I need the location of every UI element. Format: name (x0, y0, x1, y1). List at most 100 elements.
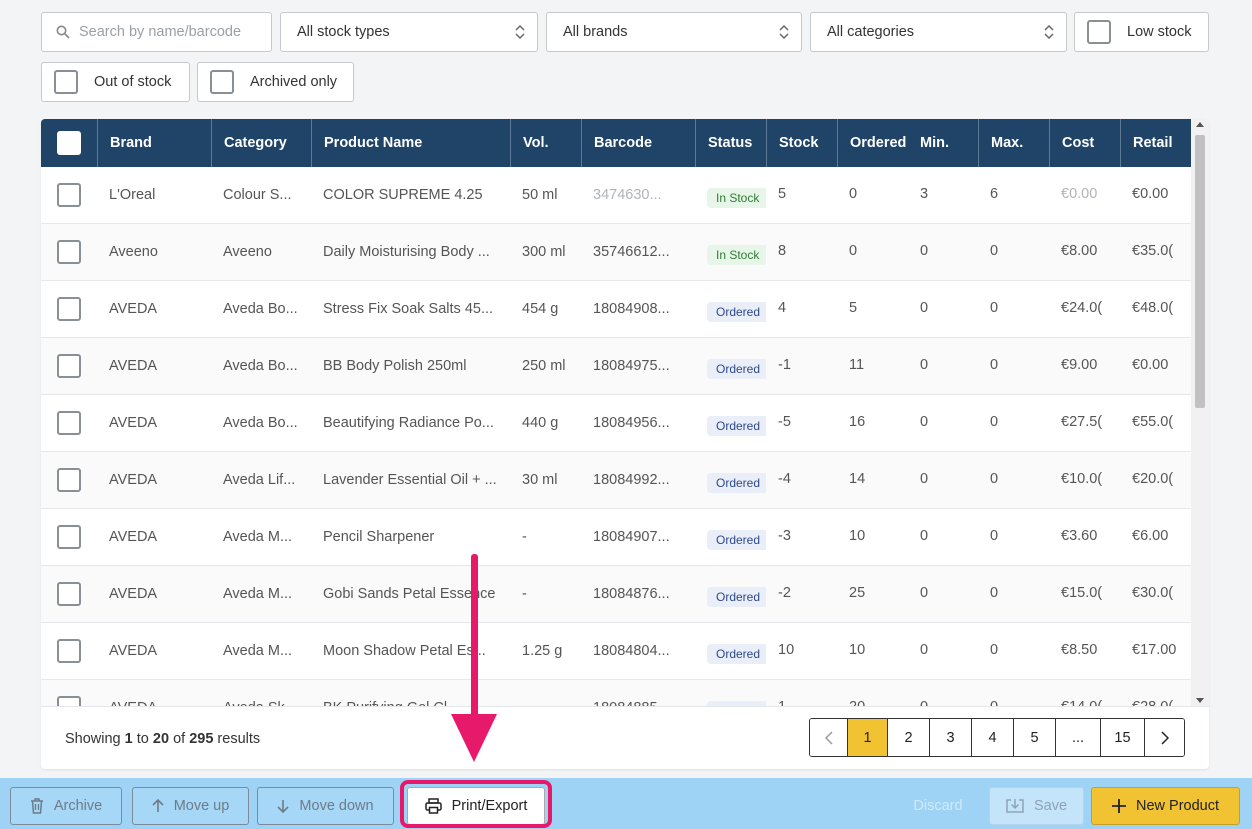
category-select[interactable]: All categories (810, 12, 1067, 52)
row-checkbox[interactable] (57, 639, 81, 663)
action-bar: Archive Move up Move down Print/Export D… (0, 778, 1252, 829)
row-checkbox[interactable] (57, 525, 81, 549)
cell-stock: 4 (778, 281, 837, 337)
column-header-vol[interactable]: Vol. (510, 119, 581, 167)
cell-ordered-text: 25 (849, 585, 866, 601)
cell-retail-text: €28.0( (1132, 699, 1173, 706)
select-all-checkbox[interactable] (57, 131, 81, 155)
cell-vol-text: 300 ml (522, 244, 566, 260)
column-header-stock[interactable]: Stock (766, 119, 837, 167)
cell-min-text: 0 (920, 471, 929, 487)
cell-cost: €8.50 (1061, 623, 1120, 679)
cell-barcode: 18084992... (593, 452, 695, 508)
column-header-max[interactable]: Max. (978, 119, 1049, 167)
page-ellipsis: ... (1055, 719, 1100, 756)
cell-product-name-text: Pencil Sharpener (323, 529, 435, 545)
row-select-cell (41, 680, 97, 706)
table-body: L'Oreal Colour S... COLOR SUPREME 4.25 50 m… (41, 167, 1191, 706)
row-checkbox[interactable] (57, 354, 81, 378)
cell-status: Ordered (707, 281, 766, 337)
cell-vol: 50 ml (522, 167, 581, 223)
page-button[interactable]: 3 (929, 719, 971, 756)
column-header-status[interactable]: Status (695, 119, 766, 167)
row-checkbox[interactable] (57, 696, 81, 706)
archive-button[interactable]: Archive (10, 787, 122, 825)
cell-vol: 300 ml (522, 224, 581, 280)
column-header-ordered[interactable]: Ordered (837, 119, 908, 167)
stock-type-select[interactable]: All stock types (280, 12, 538, 52)
cell-brand: Aveeno (109, 224, 211, 280)
row-select-cell (41, 167, 97, 223)
search-input[interactable]: Search by name/barcode (41, 12, 272, 52)
row-select-cell (41, 566, 97, 622)
page-button[interactable]: 1 (847, 719, 887, 756)
cell-max: 0 (990, 566, 1049, 622)
scroll-down-icon[interactable] (1196, 698, 1204, 703)
column-header-retail[interactable]: Retail (1120, 119, 1191, 167)
row-checkbox[interactable] (57, 183, 81, 207)
cell-barcode-text: 18084804... (593, 643, 670, 659)
column-header-category[interactable]: Category (211, 119, 311, 167)
column-header-barcode[interactable]: Barcode (581, 119, 695, 167)
pagination: 1 2 3 4 5 ... 15 (809, 718, 1185, 757)
products-table: Brand Category Product Name Vol. Barcode… (41, 119, 1209, 769)
checkbox-box[interactable] (54, 70, 78, 94)
low-stock-checkbox[interactable]: Low stock (1074, 12, 1209, 52)
table-row[interactable]: AVEDA Aveda Bo... Stress Fix Soak Salts 45… (41, 281, 1191, 338)
cell-retail-text: €0.00 (1132, 357, 1169, 373)
row-checkbox[interactable] (57, 411, 81, 435)
table-row[interactable]: AVEDA Aveda M... Gobi Sands Petal Essence -… (41, 566, 1191, 623)
cell-retail: €0.00 (1132, 338, 1191, 394)
column-header-cost[interactable]: Cost (1049, 119, 1120, 167)
page-button[interactable]: 2 (887, 719, 929, 756)
next-page-button[interactable] (1144, 719, 1184, 756)
move-up-label: Move up (173, 798, 230, 814)
column-header-product-name[interactable]: Product Name (311, 119, 510, 167)
cell-status: Ordered (707, 680, 766, 706)
table-row[interactable]: L'Oreal Colour S... COLOR SUPREME 4.25 50 m… (41, 167, 1191, 224)
move-down-button[interactable]: Move down (257, 787, 394, 825)
row-checkbox[interactable] (57, 297, 81, 321)
table-row[interactable]: Aveeno Aveeno Daily Moisturising Body ... 3… (41, 224, 1191, 281)
table-row[interactable]: AVEDA Aveda Lif... Lavender Essential Oil … (41, 452, 1191, 509)
cell-brand: AVEDA (109, 566, 211, 622)
save-button[interactable]: Save (989, 787, 1084, 825)
page-button[interactable]: 4 (971, 719, 1013, 756)
out-of-stock-checkbox[interactable]: Out of stock (41, 62, 190, 102)
table-row[interactable]: AVEDA Aveda M... Pencil Sharpener - 18084907… (41, 509, 1191, 566)
cell-max: 0 (990, 680, 1049, 706)
checkbox-box[interactable] (210, 70, 234, 94)
page-button[interactable]: 15 (1100, 719, 1144, 756)
search-placeholder: Search by name/barcode (79, 24, 242, 40)
table-row[interactable]: AVEDA Aveda Bo... Beautifying Radiance Po.… (41, 395, 1191, 452)
column-header-min[interactable]: Min. (908, 119, 978, 167)
scroll-up-icon[interactable] (1196, 122, 1204, 127)
status-badge: Ordered (707, 416, 766, 436)
row-checkbox[interactable] (57, 240, 81, 264)
cell-stock-text: 1 (778, 699, 786, 706)
brand-select[interactable]: All brands (546, 12, 802, 52)
row-select-cell (41, 452, 97, 508)
row-checkbox[interactable] (57, 468, 81, 492)
archived-only-label: Archived only (250, 74, 338, 90)
cell-ordered-text: 0 (849, 186, 858, 202)
table-row[interactable]: AVEDA Aveda Bo... BB Body Polish 250ml 250 … (41, 338, 1191, 395)
column-header-brand[interactable]: Brand (97, 119, 211, 167)
cell-cost: €27.5( (1061, 395, 1120, 451)
page-button[interactable]: 5 (1013, 719, 1055, 756)
cell-brand: AVEDA (109, 680, 211, 706)
move-up-button[interactable]: Move up (132, 787, 249, 825)
cell-category-text: Aveda M... (223, 586, 293, 602)
scroll-thumb[interactable] (1195, 135, 1205, 408)
discard-label: Discard (913, 798, 963, 814)
row-checkbox[interactable] (57, 582, 81, 606)
cell-min: 0 (920, 509, 978, 565)
table-scrollbar[interactable] (1191, 119, 1209, 706)
prev-page-button[interactable] (810, 719, 847, 756)
checkbox-box[interactable] (1087, 20, 1111, 44)
discard-button[interactable]: Discard (898, 787, 978, 825)
table-row[interactable]: AVEDAAveda Sk...BK Purifying Gel Cl...-1… (41, 680, 1191, 706)
table-row[interactable]: AVEDA Aveda M... Moon Shadow Petal Es... 1.… (41, 623, 1191, 680)
archived-only-checkbox[interactable]: Archived only (197, 62, 354, 102)
new-product-button[interactable]: New Product (1091, 787, 1240, 825)
